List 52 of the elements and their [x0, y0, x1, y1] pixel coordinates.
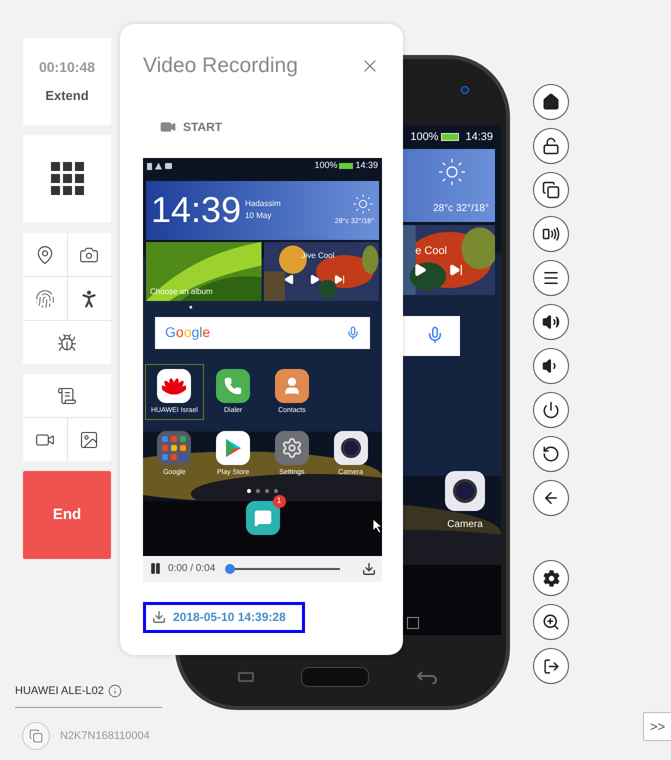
volume-up-icon	[542, 313, 560, 331]
log-button[interactable]	[23, 374, 111, 417]
zoom-in-button[interactable]	[533, 604, 569, 640]
rotate-button[interactable]	[533, 216, 569, 252]
expand-button[interactable]: >>	[643, 712, 671, 741]
serial-number: N2K7N168110004	[60, 728, 150, 744]
menu-button[interactable]	[533, 260, 569, 296]
exit-button[interactable]	[533, 648, 569, 684]
home-button[interactable]	[533, 84, 569, 120]
scroll-icon	[57, 386, 77, 406]
info-icon[interactable]	[108, 684, 122, 698]
menu-icon	[542, 269, 560, 287]
lock-icon	[542, 137, 560, 155]
front-camera-icon	[461, 86, 469, 94]
restore-icon	[542, 445, 560, 463]
back-arrow-button[interactable]	[533, 480, 569, 516]
accessibility-button[interactable]	[68, 277, 111, 320]
copy-icon	[29, 729, 43, 743]
lock-button[interactable]	[533, 128, 569, 164]
video-button[interactable]	[23, 418, 66, 461]
image-icon	[79, 430, 100, 450]
copy-button[interactable]	[533, 172, 569, 208]
recent-apps-icon	[238, 672, 254, 682]
fingerprint-button[interactable]	[23, 277, 66, 320]
bug-icon	[57, 332, 77, 352]
home-icon	[542, 93, 560, 111]
dialog-title: Video Recording	[143, 53, 298, 79]
volume-down-button[interactable]	[533, 348, 569, 384]
apps-grid-button[interactable]	[23, 135, 111, 222]
timer-text: 00:10:48	[38, 58, 96, 78]
download-icon	[152, 610, 166, 624]
zoom-in-icon	[542, 613, 560, 631]
bug-button[interactable]	[23, 321, 111, 364]
settings-button[interactable]	[533, 560, 569, 596]
device-model: HUAWEI ALE-L02	[15, 684, 104, 698]
power-icon	[542, 401, 560, 419]
pause-icon[interactable]	[149, 562, 162, 575]
settings-icon	[542, 570, 560, 586]
exit-icon	[542, 658, 560, 674]
back-arrow-icon	[416, 670, 438, 684]
volume-up-button[interactable]	[533, 304, 569, 340]
rotate-icon	[542, 225, 560, 243]
location-button[interactable]	[23, 233, 66, 276]
grid-icon	[50, 162, 84, 195]
extend-button[interactable]: Extend	[45, 86, 89, 106]
fingerprint-icon	[34, 288, 55, 308]
camera-button[interactable]	[68, 233, 111, 276]
power-button[interactable]	[533, 392, 569, 428]
copy-icon	[542, 181, 560, 199]
restore-button[interactable]	[533, 436, 569, 472]
image-button[interactable]	[68, 418, 111, 461]
end-button[interactable]: End	[23, 471, 111, 559]
